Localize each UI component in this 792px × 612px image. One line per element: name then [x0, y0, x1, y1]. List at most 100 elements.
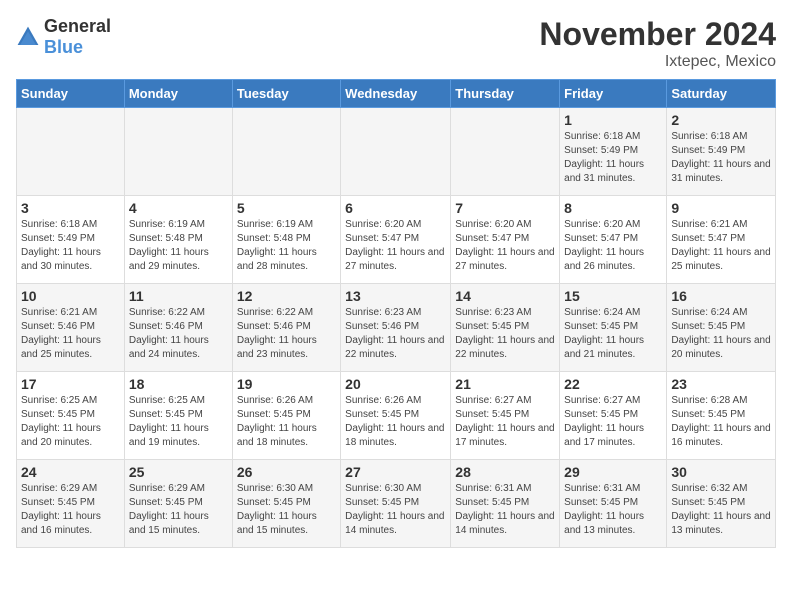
day-number: 11: [129, 288, 228, 304]
day-info: Sunrise: 6:21 AM Sunset: 5:46 PM Dayligh…: [21, 306, 120, 362]
day-info: Sunrise: 6:29 AM Sunset: 5:45 PM Dayligh…: [21, 482, 120, 538]
day-info: Sunrise: 6:20 AM Sunset: 5:47 PM Dayligh…: [455, 218, 555, 274]
logo-general: General: [44, 16, 111, 36]
day-number: 12: [237, 288, 336, 304]
calendar-cell: 10 Sunrise: 6:21 AM Sunset: 5:46 PM Dayli…: [17, 284, 125, 372]
location: Ixtepec, Mexico: [539, 53, 776, 71]
calendar-week-4: 24 Sunrise: 6:29 AM Sunset: 5:45 PM Dayli…: [17, 460, 776, 548]
header-friday: Friday: [560, 80, 667, 108]
calendar-cell: 2 Sunrise: 6:18 AM Sunset: 5:49 PM Daylig…: [667, 108, 776, 196]
day-number: 15: [564, 288, 662, 304]
calendar-cell: 23 Sunrise: 6:28 AM Sunset: 5:45 PM Dayli…: [667, 372, 776, 460]
day-number: 23: [671, 376, 771, 392]
day-info: Sunrise: 6:19 AM Sunset: 5:48 PM Dayligh…: [129, 218, 228, 274]
calendar-cell: 21 Sunrise: 6:27 AM Sunset: 5:45 PM Dayli…: [451, 372, 560, 460]
day-number: 20: [345, 376, 446, 392]
day-number: 6: [345, 200, 446, 216]
header-thursday: Thursday: [451, 80, 560, 108]
day-info: Sunrise: 6:29 AM Sunset: 5:45 PM Dayligh…: [129, 482, 228, 538]
calendar-table: SundayMondayTuesdayWednesdayThursdayFrid…: [16, 79, 776, 548]
day-info: Sunrise: 6:26 AM Sunset: 5:45 PM Dayligh…: [237, 394, 336, 450]
day-info: Sunrise: 6:25 AM Sunset: 5:45 PM Dayligh…: [129, 394, 228, 450]
day-info: Sunrise: 6:28 AM Sunset: 5:45 PM Dayligh…: [671, 394, 771, 450]
calendar-cell: 4 Sunrise: 6:19 AM Sunset: 5:48 PM Daylig…: [124, 196, 232, 284]
calendar-cell: 1 Sunrise: 6:18 AM Sunset: 5:49 PM Daylig…: [560, 108, 667, 196]
day-info: Sunrise: 6:31 AM Sunset: 5:45 PM Dayligh…: [455, 482, 555, 538]
calendar-cell: 27Sunrise: 6:30 AM Sunset: 5:45 PM Dayli…: [341, 460, 451, 548]
calendar-cell: 8 Sunrise: 6:20 AM Sunset: 5:47 PM Daylig…: [560, 196, 667, 284]
day-info: Sunrise: 6:24 AM Sunset: 5:45 PM Dayligh…: [671, 306, 771, 362]
day-info: Sunrise: 6:19 AM Sunset: 5:48 PM Dayligh…: [237, 218, 336, 274]
day-number: 4: [129, 200, 228, 216]
day-number: 19: [237, 376, 336, 392]
day-number: 28: [455, 464, 555, 480]
logo-icon: [16, 25, 40, 49]
day-number: 16: [671, 288, 771, 304]
header-wednesday: Wednesday: [341, 80, 451, 108]
calendar-cell: 5Sunrise: 6:19 AM Sunset: 5:48 PM Daylig…: [232, 196, 340, 284]
day-number: 30: [671, 464, 771, 480]
calendar-week-3: 17 Sunrise: 6:25 AM Sunset: 5:45 PM Dayli…: [17, 372, 776, 460]
day-info: Sunrise: 6:23 AM Sunset: 5:46 PM Dayligh…: [345, 306, 446, 362]
day-number: 24: [21, 464, 120, 480]
day-number: 18: [129, 376, 228, 392]
day-info: Sunrise: 6:27 AM Sunset: 5:45 PM Dayligh…: [564, 394, 662, 450]
day-info: Sunrise: 6:25 AM Sunset: 5:45 PM Dayligh…: [21, 394, 120, 450]
day-number: 13: [345, 288, 446, 304]
calendar-cell: 26 Sunrise: 6:30 AM Sunset: 5:45 PM Dayli…: [232, 460, 340, 548]
calendar-cell: 14Sunrise: 6:23 AM Sunset: 5:45 PM Dayli…: [451, 284, 560, 372]
day-info: Sunrise: 6:22 AM Sunset: 5:46 PM Dayligh…: [129, 306, 228, 362]
header-sunday: Sunday: [17, 80, 125, 108]
calendar-cell: 19 Sunrise: 6:26 AM Sunset: 5:45 PM Dayli…: [232, 372, 340, 460]
day-info: Sunrise: 6:26 AM Sunset: 5:45 PM Dayligh…: [345, 394, 446, 450]
day-info: Sunrise: 6:30 AM Sunset: 5:45 PM Dayligh…: [237, 482, 336, 538]
day-number: 7: [455, 200, 555, 216]
calendar-cell: [451, 108, 560, 196]
day-info: Sunrise: 6:18 AM Sunset: 5:49 PM Dayligh…: [671, 130, 771, 186]
month-title: November 2024: [539, 16, 776, 53]
calendar-cell: 6 Sunrise: 6:20 AM Sunset: 5:47 PM Daylig…: [341, 196, 451, 284]
day-number: 8: [564, 200, 662, 216]
day-number: 27: [345, 464, 446, 480]
calendar-cell: 24 Sunrise: 6:29 AM Sunset: 5:45 PM Dayli…: [17, 460, 125, 548]
calendar-cell: [124, 108, 232, 196]
calendar-cell: 29 Sunrise: 6:31 AM Sunset: 5:45 PM Dayli…: [560, 460, 667, 548]
calendar-cell: 11 Sunrise: 6:22 AM Sunset: 5:46 PM Dayli…: [124, 284, 232, 372]
calendar-week-1: 3Sunrise: 6:18 AM Sunset: 5:49 PM Daylig…: [17, 196, 776, 284]
day-number: 26: [237, 464, 336, 480]
calendar-cell: 22 Sunrise: 6:27 AM Sunset: 5:45 PM Dayli…: [560, 372, 667, 460]
calendar-week-0: 1 Sunrise: 6:18 AM Sunset: 5:49 PM Daylig…: [17, 108, 776, 196]
calendar-cell: 17 Sunrise: 6:25 AM Sunset: 5:45 PM Dayli…: [17, 372, 125, 460]
logo-blue: Blue: [44, 37, 83, 57]
calendar-cell: 30 Sunrise: 6:32 AM Sunset: 5:45 PM Dayli…: [667, 460, 776, 548]
day-info: Sunrise: 6:22 AM Sunset: 5:46 PM Dayligh…: [237, 306, 336, 362]
day-number: 29: [564, 464, 662, 480]
day-info: Sunrise: 6:18 AM Sunset: 5:49 PM Dayligh…: [564, 130, 662, 186]
calendar-cell: [232, 108, 340, 196]
day-number: 2: [671, 112, 771, 128]
day-info: Sunrise: 6:20 AM Sunset: 5:47 PM Dayligh…: [345, 218, 446, 274]
calendar-cell: 25 Sunrise: 6:29 AM Sunset: 5:45 PM Dayli…: [124, 460, 232, 548]
calendar-cell: [341, 108, 451, 196]
calendar-cell: [17, 108, 125, 196]
calendar-week-2: 10 Sunrise: 6:21 AM Sunset: 5:46 PM Dayli…: [17, 284, 776, 372]
day-number: 9: [671, 200, 771, 216]
day-info: Sunrise: 6:18 AM Sunset: 5:49 PM Dayligh…: [21, 218, 120, 274]
day-number: 22: [564, 376, 662, 392]
calendar-cell: 15Sunrise: 6:24 AM Sunset: 5:45 PM Dayli…: [560, 284, 667, 372]
calendar-header-row: SundayMondayTuesdayWednesdayThursdayFrid…: [17, 80, 776, 108]
day-number: 14: [455, 288, 555, 304]
day-number: 21: [455, 376, 555, 392]
day-number: 17: [21, 376, 120, 392]
calendar-cell: 28 Sunrise: 6:31 AM Sunset: 5:45 PM Dayli…: [451, 460, 560, 548]
day-info: Sunrise: 6:31 AM Sunset: 5:45 PM Dayligh…: [564, 482, 662, 538]
day-number: 25: [129, 464, 228, 480]
day-info: Sunrise: 6:27 AM Sunset: 5:45 PM Dayligh…: [455, 394, 555, 450]
calendar-cell: 20 Sunrise: 6:26 AM Sunset: 5:45 PM Dayli…: [341, 372, 451, 460]
day-number: 10: [21, 288, 120, 304]
day-number: 1: [564, 112, 662, 128]
day-info: Sunrise: 6:32 AM Sunset: 5:45 PM Dayligh…: [671, 482, 771, 538]
calendar-cell: 18 Sunrise: 6:25 AM Sunset: 5:45 PM Dayli…: [124, 372, 232, 460]
day-info: Sunrise: 6:20 AM Sunset: 5:47 PM Dayligh…: [564, 218, 662, 274]
page-header: General Blue November 2024 Ixtepec, Mexi…: [16, 16, 776, 71]
